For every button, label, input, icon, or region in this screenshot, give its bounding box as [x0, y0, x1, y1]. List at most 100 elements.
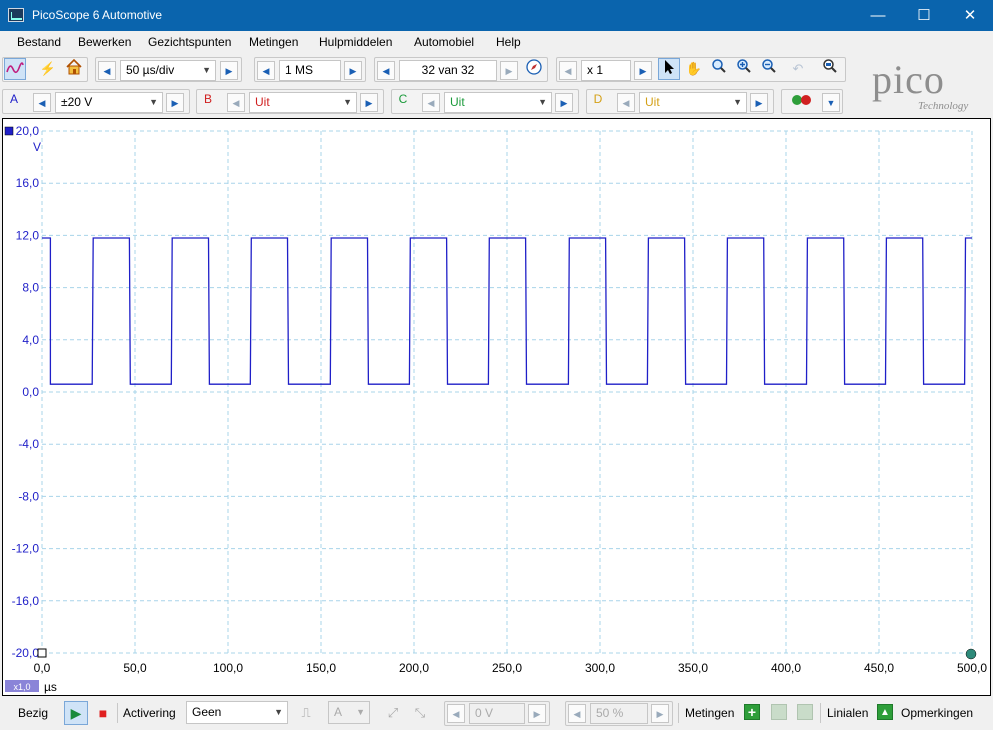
edit-measurement-icon[interactable] — [771, 704, 787, 720]
probe-dropdown-button[interactable]: ▼ — [822, 93, 840, 112]
trigger-pos-next-button[interactable]: ▶ — [651, 704, 669, 723]
channel-a-marker[interactable] — [4, 126, 14, 136]
channel-a-group: A ◀ ±20 V ▼ ▶ — [2, 89, 190, 114]
menu-automobiel[interactable]: Automobiel — [414, 35, 474, 49]
logo-tag: Technology — [918, 100, 969, 112]
toolbar-channels: A ◀ ±20 V ▼ ▶ B ◀ Uit ▼ ▶ C ◀ Uit ▼ ▶ D ◀ U… — [0, 86, 850, 117]
rulers-label[interactable]: Linialen — [827, 706, 868, 720]
trigger-channel-select[interactable]: A ▼ — [328, 701, 370, 724]
delete-measurement-icon[interactable] — [797, 704, 813, 720]
buffer-next-button[interactable]: ▶ — [500, 61, 518, 80]
trigger-level-group: ◀ 0 V ▶ — [444, 701, 550, 726]
trigger-level-next-button[interactable]: ▶ — [528, 704, 546, 723]
timebase-select[interactable]: 50 µs/div ▼ — [120, 60, 216, 81]
channel-b-next-button[interactable]: ▶ — [360, 93, 378, 112]
channel-d-prev-button[interactable]: ◀ — [617, 93, 635, 112]
lightning-icon[interactable]: ⚡ — [37, 58, 59, 80]
add-measurement-icon[interactable]: + — [744, 704, 760, 720]
hand-tool-icon[interactable]: ✋ — [683, 58, 705, 80]
channel-a-prev-button[interactable]: ◀ — [33, 93, 51, 112]
x-unit-label: µs — [44, 680, 57, 694]
trigger-label: Activering — [123, 706, 176, 720]
channel-d-next-button[interactable]: ▶ — [750, 93, 768, 112]
x-tick-label: 300,0 — [585, 661, 615, 675]
zoom-prev-button[interactable]: ◀ — [559, 61, 577, 80]
buffer-field[interactable]: 32 van 32 — [399, 60, 497, 81]
trigger-edge-falling-icon[interactable]: ⤡ — [409, 702, 431, 724]
zoom-overview-icon[interactable] — [819, 58, 841, 80]
scope-plot[interactable]: 20,0 16,0 12,0 8,0 4,0 0,0 -4,0 -8,0 -12,0 -16,0 -… — [3, 119, 990, 695]
pico-logo: pico Technology — [860, 56, 990, 118]
menu-hulpmiddelen[interactable]: Hulpmiddelen — [319, 35, 392, 49]
scope-view[interactable]: 20,0 16,0 12,0 8,0 4,0 0,0 -4,0 -8,0 -12,0 -16,0 -… — [2, 118, 991, 696]
ruler-handle[interactable] — [965, 648, 977, 660]
zoom-out-icon[interactable] — [758, 58, 780, 80]
y-tick-label: -12,0 — [12, 542, 40, 556]
menu-help[interactable]: Help — [496, 35, 521, 49]
channel-a-next-button[interactable]: ▶ — [166, 93, 184, 112]
home-icon[interactable] — [63, 58, 85, 80]
menu-bewerken[interactable]: Bewerken — [78, 35, 131, 49]
timebase-next-button[interactable]: ▶ — [220, 61, 238, 80]
x-tick-label: 0,0 — [34, 661, 51, 675]
menu-metingen[interactable]: Metingen — [249, 35, 298, 49]
trigger-pos-group: ◀ 50 % ▶ — [565, 701, 673, 726]
scope-mode-icon[interactable] — [4, 58, 26, 80]
status-text: Bezig — [18, 706, 49, 720]
y-tick-label: 8,0 — [22, 281, 39, 295]
y-tick-label: -4,0 — [18, 437, 39, 451]
mode-group: ⚡ — [2, 57, 88, 82]
x-tick-label: 500,0 — [957, 661, 987, 675]
trigger-mode-select[interactable]: Geen ▼ — [186, 701, 288, 724]
channel-c-prev-button[interactable]: ◀ — [422, 93, 440, 112]
samples-prev-button[interactable]: ◀ — [257, 61, 275, 80]
trigger-level-prev-button[interactable]: ◀ — [447, 704, 465, 723]
samples-next-button[interactable]: ▶ — [344, 61, 362, 80]
probe-settings-icon[interactable] — [788, 90, 811, 112]
channel-d-group: D ◀ Uit ▼ ▶ — [586, 89, 774, 114]
channel-c-range-select[interactable]: Uit ▼ — [444, 92, 552, 113]
y-tick-label: -16,0 — [12, 594, 40, 608]
minimize-button[interactable]: — — [855, 0, 901, 31]
measurements-label: Metingen — [685, 706, 735, 720]
timebase-prev-button[interactable]: ◀ — [98, 61, 116, 80]
channel-a-range-select[interactable]: ±20 V ▼ — [55, 92, 163, 113]
zoom-area-icon[interactable] — [708, 58, 730, 80]
channel-c-label[interactable]: C — [394, 90, 412, 110]
channel-a-label[interactable]: A — [5, 90, 23, 110]
trigger-pos-prev-button[interactable]: ◀ — [568, 704, 586, 723]
buffer-prev-button[interactable]: ◀ — [377, 61, 395, 80]
channel-c-next-button[interactable]: ▶ — [555, 93, 573, 112]
zoom-field[interactable]: x 1 — [581, 60, 631, 81]
trigger-level-field[interactable]: 0 V — [469, 703, 525, 724]
play-icon[interactable]: ▶ — [64, 701, 88, 725]
trigger-pos-field[interactable]: 50 % — [590, 703, 648, 724]
trigger-marker[interactable] — [37, 648, 47, 658]
zoom-group: ◀ x 1 ▶ ✋ ↶ — [556, 57, 846, 82]
samples-select[interactable]: 1 MS — [279, 60, 341, 81]
stop-icon[interactable]: ■ — [92, 702, 114, 724]
menu-bestand[interactable]: Bestand — [17, 35, 61, 49]
notes-label[interactable]: Opmerkingen — [901, 706, 973, 720]
channel-b-prev-button[interactable]: ◀ — [227, 93, 245, 112]
channel-d-range-select[interactable]: Uit ▼ — [639, 92, 747, 113]
undo-zoom-icon[interactable]: ↶ — [787, 58, 809, 80]
menu-gezichtspunten[interactable]: Gezichtspunten — [148, 35, 231, 49]
window-title: PicoScope 6 Automotive — [32, 8, 163, 22]
channel-b-label[interactable]: B — [199, 90, 217, 110]
close-button[interactable]: ✕ — [947, 0, 993, 31]
x-tick-label: 400,0 — [771, 661, 801, 675]
pointer-tool-icon[interactable] — [658, 58, 680, 80]
navigator-icon[interactable] — [523, 58, 545, 80]
zoom-next-button[interactable]: ▶ — [634, 61, 652, 80]
zoom-in-icon[interactable] — [733, 58, 755, 80]
channel-d-label[interactable]: D — [589, 90, 607, 110]
maximize-button[interactable]: ☐ — [901, 0, 947, 31]
notes-toggle-icon[interactable]: ▲ — [877, 704, 893, 720]
trigger-edge-icon[interactable]: ⎍ — [295, 702, 317, 724]
trigger-edge-rising-icon[interactable]: ⤢ — [382, 702, 404, 724]
x-tick-label: 450,0 — [864, 661, 894, 675]
x-tick-label: 200,0 — [399, 661, 429, 675]
x-tick-label: 150,0 — [306, 661, 336, 675]
channel-b-range-select[interactable]: Uit ▼ — [249, 92, 357, 113]
